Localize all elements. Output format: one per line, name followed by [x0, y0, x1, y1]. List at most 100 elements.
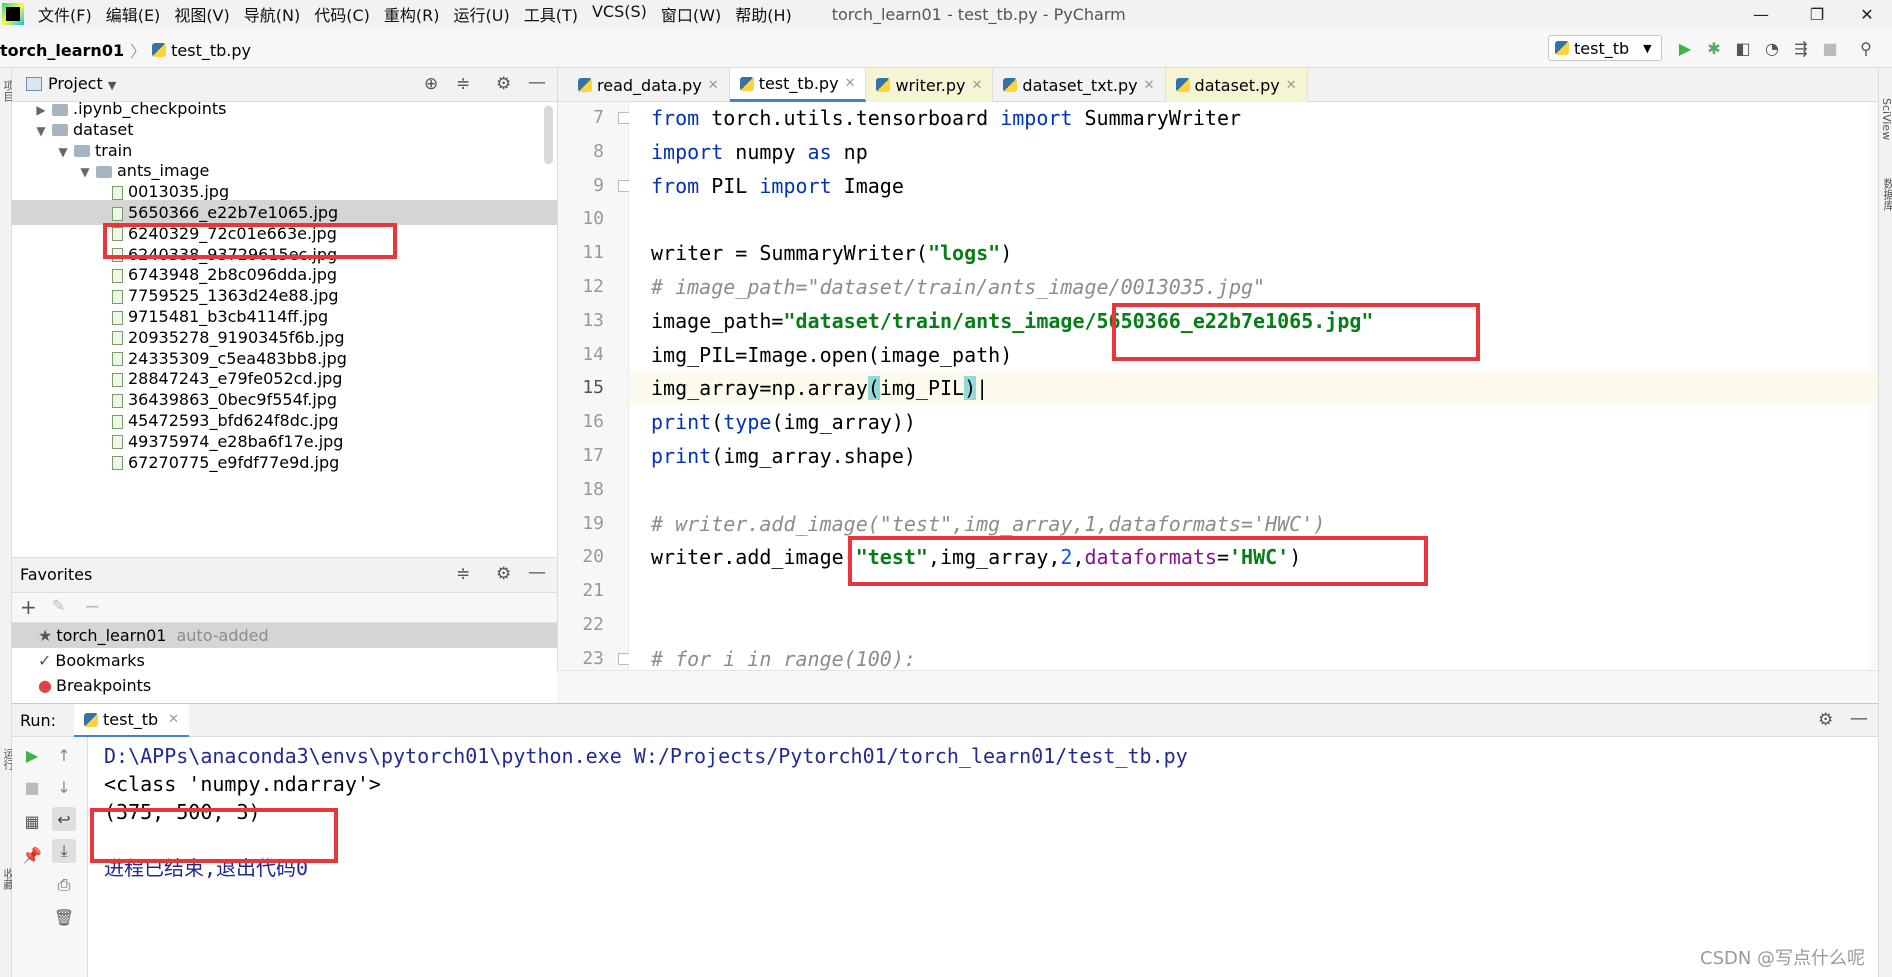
code-line[interactable]: print(img_array.shape): [651, 439, 916, 473]
scroll-up-icon[interactable]: ↑: [52, 743, 76, 767]
close-icon[interactable]: ✕: [1286, 78, 1297, 93]
gear-icon[interactable]: ⚙: [1818, 710, 1833, 730]
pin-icon[interactable]: 📌: [20, 843, 44, 867]
layout-icon[interactable]: ▦: [20, 809, 44, 833]
line-number: 20: [582, 546, 604, 568]
menu-item[interactable]: 视图(V): [174, 2, 229, 26]
hide-panel-icon[interactable]: —: [528, 72, 546, 93]
run-tab-test-tb[interactable]: test_tb ✕: [74, 704, 190, 738]
stop-icon[interactable]: ■: [1820, 38, 1840, 58]
favorites-item[interactable]: ✓ Bookmarks: [12, 648, 557, 673]
tree-item-label: 5650366_e22b7e1065.jpg: [128, 203, 339, 222]
run-panel-header: Run: test_tb ✕ ⚙ —: [12, 703, 1878, 738]
menu-item[interactable]: 导航(N): [244, 2, 300, 26]
editor-tab[interactable]: dataset_txt.py ✕: [993, 68, 1166, 102]
close-icon[interactable]: ✕: [1144, 78, 1155, 93]
soft-wrap-icon[interactable]: ↩: [52, 807, 76, 831]
project-panel-title[interactable]: Project ▼: [48, 74, 116, 93]
profile-icon[interactable]: ◔: [1762, 38, 1782, 58]
debug-icon[interactable]: ✱: [1704, 38, 1724, 58]
minimize-button[interactable]: —: [1736, 0, 1786, 28]
collapse-all-icon[interactable]: ≑: [456, 74, 470, 94]
build-icon[interactable]: ⇶: [1791, 38, 1811, 58]
menu-item[interactable]: 文件(F): [38, 2, 92, 26]
menu-item[interactable]: 重构(R): [384, 2, 440, 26]
database-tool-label[interactable]: 数据库: [1880, 178, 1892, 211]
stop-icon[interactable]: ■: [20, 775, 44, 799]
sciview-tool-label[interactable]: SciView: [1880, 98, 1892, 140]
editor-tab[interactable]: read_data.py ✕: [568, 68, 730, 102]
annotation-box-selected-file: [103, 223, 397, 259]
editor-tab-bar: read_data.py ✕ test_tb.py ✕ writer.py ✕ datase…: [557, 68, 1878, 102]
code-line[interactable]: img_array=np.array(img_PIL)|: [651, 371, 988, 405]
close-icon[interactable]: ✕: [972, 78, 983, 93]
line-number: 18: [582, 478, 604, 500]
add-icon[interactable]: +: [20, 595, 37, 619]
collapse-all-icon[interactable]: ≑: [456, 564, 470, 584]
line-number: 12: [582, 276, 604, 297]
print-icon[interactable]: ⎙: [52, 873, 76, 897]
code-line[interactable]: import numpy as np: [651, 135, 868, 169]
maximize-button[interactable]: ❐: [1792, 0, 1842, 28]
code-line[interactable]: writer = SummaryWriter("logs"): [651, 236, 1012, 270]
scroll-down-icon[interactable]: ↓: [52, 775, 76, 799]
scroll-to-end-icon[interactable]: ⤓: [52, 839, 76, 863]
menu-item[interactable]: 编辑(E): [106, 2, 161, 26]
menu-item[interactable]: 工具(T): [524, 2, 578, 26]
code-line[interactable]: print(type(img_array)): [651, 405, 916, 439]
run-label: Run:: [20, 711, 57, 730]
run-tab-label: test_tb: [103, 710, 159, 729]
remove-icon[interactable]: −: [84, 594, 101, 618]
tree-item-label: 0013035.jpg: [128, 182, 230, 202]
breadcrumb-project[interactable]: torch_learn01: [0, 41, 124, 60]
editor-tab[interactable]: writer.py ✕: [866, 68, 994, 102]
gear-icon[interactable]: ⚙: [496, 564, 511, 584]
close-icon[interactable]: ✕: [845, 76, 856, 91]
image-file-icon: [112, 268, 123, 283]
project-tree: ▶ .ipynb_checkpoints ▼ dataset ▼ train ▼ ants_i…: [12, 102, 557, 557]
close-window-button[interactable]: ✕: [1842, 0, 1892, 28]
menu-item[interactable]: 代码(C): [314, 2, 370, 26]
python-file-icon: [876, 78, 891, 92]
menu-item[interactable]: VCS(S): [592, 2, 647, 26]
python-file-icon: [1175, 78, 1190, 92]
run-config-dropdown[interactable]: test_tb ▼: [1548, 35, 1662, 61]
gear-icon[interactable]: ⚙: [496, 74, 511, 94]
favorites-panel-header: Favorites ≑ ⚙ —: [12, 557, 557, 593]
run-console-output[interactable]: D:\APPs\anaconda3\envs\pytorch01\python.…: [88, 737, 1878, 977]
close-icon[interactable]: ✕: [168, 712, 179, 727]
hide-panel-icon[interactable]: —: [528, 562, 546, 583]
run-icon[interactable]: ▶: [1675, 38, 1695, 58]
breadcrumb-file[interactable]: test_tb.py: [171, 41, 251, 60]
menu-item[interactable]: 窗口(W): [661, 2, 721, 26]
pycharm-logo-icon: [2, 3, 24, 25]
editor-tab[interactable]: test_tb.py ✕: [729, 68, 867, 102]
code-line[interactable]: from PIL import Image: [651, 169, 904, 203]
menu-item[interactable]: 帮助(H): [735, 2, 792, 26]
search-icon[interactable]: ⚲: [1856, 38, 1876, 58]
code-line[interactable]: img_PIL=Image.open(image_path): [651, 338, 1012, 372]
python-file-icon: [1003, 78, 1018, 92]
code-line[interactable]: # for i in range(100):: [651, 642, 916, 670]
right-tool-stripe: SciView 数据库: [1878, 68, 1892, 977]
hide-panel-icon[interactable]: —: [1850, 708, 1868, 729]
code-line[interactable]: from torch.utils.tensorboard import Summ…: [651, 102, 1241, 135]
edit-icon[interactable]: ✎: [52, 596, 65, 615]
menu-item[interactable]: 运行(U): [454, 2, 510, 26]
trash-icon[interactable]: 🗑: [52, 905, 76, 929]
tree-item-label: 6743948_2b8c096dda.jpg: [128, 265, 338, 285]
tree-file[interactable]: 67270775_e9fdf77e9d.jpg: [12, 450, 557, 475]
favorites-toolbar: + ✎ −: [12, 593, 557, 623]
navigation-bar: torch_learn01 〉 test_tb.py test_tb ▼ ▶ ✱…: [0, 28, 1892, 68]
close-icon[interactable]: ✕: [708, 78, 719, 93]
locate-icon[interactable]: ⊕: [424, 74, 438, 94]
code-line[interactable]: # image_path="dataset/train/ants_image/0…: [651, 270, 1265, 304]
rerun-icon[interactable]: ▶: [20, 743, 44, 767]
image-file-icon: [112, 393, 123, 408]
favorites-item[interactable]: ● Breakpoints: [12, 673, 557, 698]
favorites-item[interactable]: ★ torch_learn01 auto-added: [12, 623, 557, 648]
editor-tab[interactable]: dataset.py ✕: [1165, 68, 1308, 102]
folder-icon: [96, 165, 112, 178]
tree-item-label: 7759525_1363d24e88.jpg: [128, 286, 339, 306]
coverage-icon[interactable]: ◧: [1733, 38, 1753, 58]
